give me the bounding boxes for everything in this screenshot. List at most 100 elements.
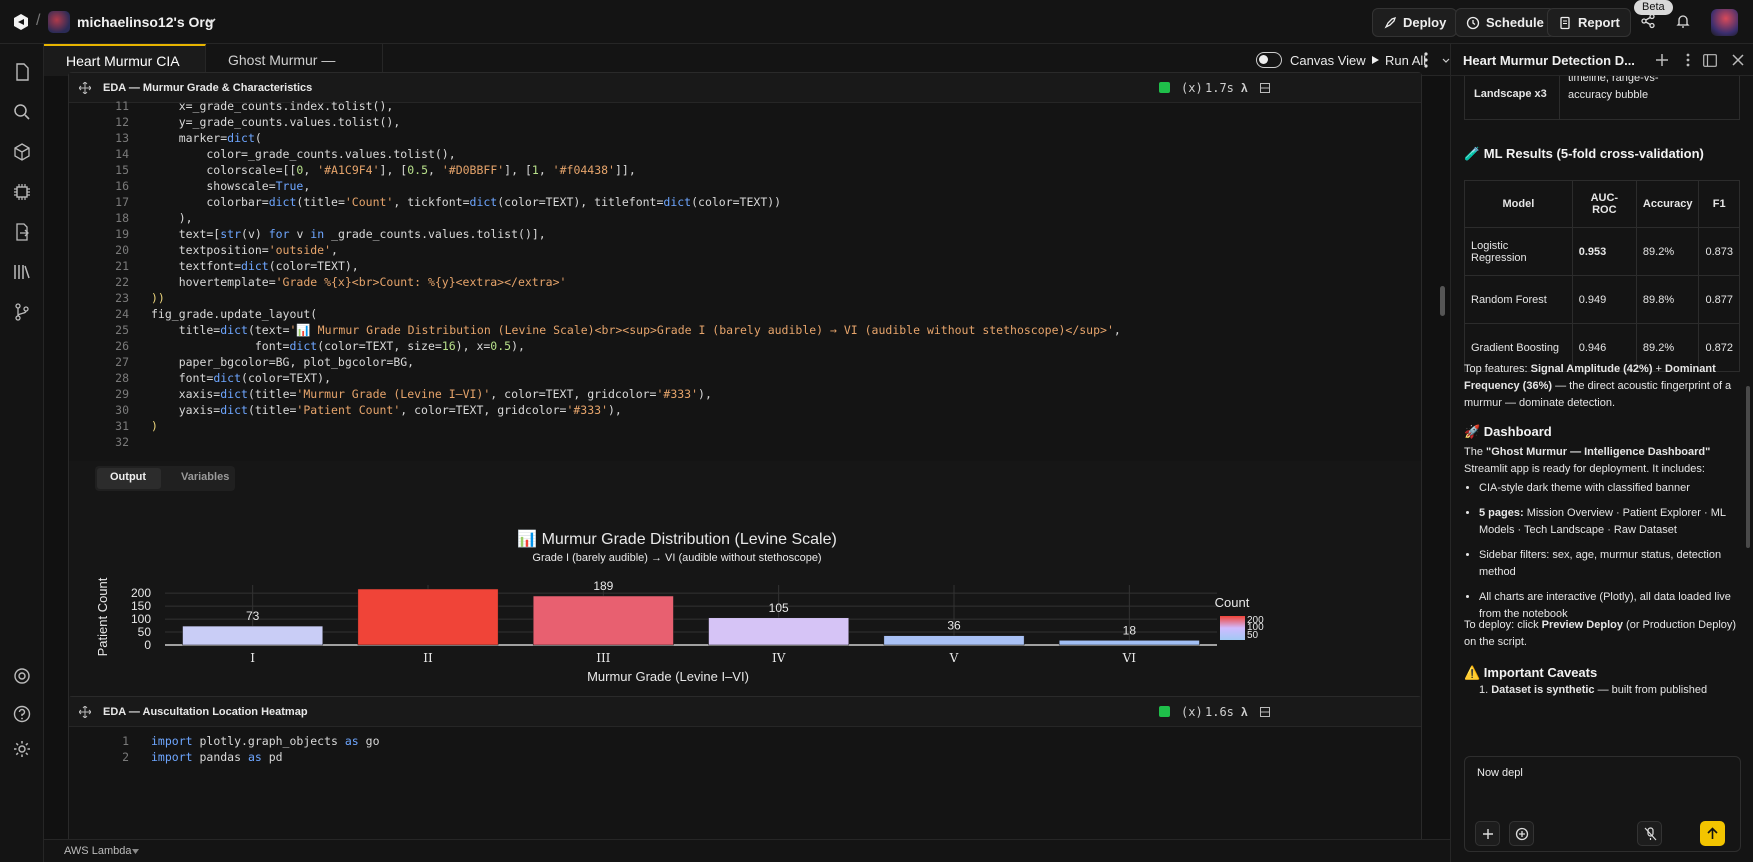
table-cell: 89.2%	[1635, 227, 1700, 276]
report-label: Report	[1578, 15, 1620, 30]
mute-mic-button[interactable]	[1637, 821, 1662, 846]
play-icon[interactable]	[1370, 55, 1380, 65]
context-button[interactable]	[1509, 821, 1534, 846]
line-number: 27	[115, 355, 129, 369]
plus-icon[interactable]	[1655, 53, 1669, 67]
status-success-icon	[1159, 706, 1170, 717]
bar-value-label: 189	[593, 579, 613, 593]
drag-handle-icon[interactable]	[79, 706, 91, 718]
arrow-up-icon	[1707, 827, 1718, 839]
app-logo-icon[interactable]	[12, 13, 30, 31]
rocket-icon	[1384, 16, 1397, 28]
panel-scrollbar-thumb[interactable]	[1746, 386, 1750, 548]
package-icon[interactable]	[12, 142, 32, 162]
table-cell: 89.8%	[1635, 275, 1700, 324]
code-editor[interactable]: 1 import plotly.graph_objects as go 2 impo…	[69, 727, 1421, 847]
files-icon[interactable]	[12, 62, 32, 82]
line-number: 30	[115, 403, 129, 417]
code-cell: EDA — Murmur Grade & Characteristics (x)…	[68, 72, 1422, 732]
library-icon[interactable]	[12, 262, 32, 282]
search-icon[interactable]	[12, 102, 32, 122]
x-tick-label: III	[596, 651, 610, 665]
environment-selector[interactable]: AWS Lambda	[64, 845, 131, 857]
git-branch-icon[interactable]	[12, 302, 32, 322]
list-item: CIA-style dark theme with classified ban…	[1479, 480, 1741, 497]
table-cell: 0.877	[1698, 275, 1740, 324]
schedule-button[interactable]: Schedule	[1455, 8, 1555, 37]
scrollbar-thumb[interactable]	[1440, 286, 1445, 316]
chat-input[interactable]: Now depl	[1464, 756, 1741, 852]
user-avatar[interactable]	[1711, 9, 1738, 36]
table-header: F1	[1698, 180, 1740, 228]
line-number: 23	[115, 291, 129, 305]
assistant-panel: Heart Murmur Detection D... Landscape x3…	[1450, 44, 1753, 862]
send-button[interactable]	[1700, 821, 1725, 846]
table-cell: 0.873	[1698, 227, 1740, 276]
lambda-icon[interactable]: λ	[1241, 705, 1248, 719]
x-tick-label: IV	[772, 651, 786, 665]
table-cell: Logistic Regression	[1464, 227, 1573, 276]
status-bar: AWS Lambda	[44, 839, 1450, 862]
table-header: AUC-ROC	[1571, 180, 1637, 228]
chat-input-text[interactable]: Now depl	[1477, 767, 1523, 779]
y-tick-label: 200	[131, 586, 151, 600]
dashboard-heading: 🚀 Dashboard	[1464, 424, 1552, 439]
deploy-button[interactable]: Deploy	[1372, 8, 1458, 37]
more-options-icon[interactable]	[1424, 52, 1428, 68]
line-number: 17	[115, 195, 129, 209]
line-number: 26	[115, 339, 129, 353]
line-number: 2	[122, 750, 129, 764]
cell-title[interactable]: EDA — Auscultation Location Heatmap	[103, 706, 308, 718]
chevron-down-icon[interactable]	[1442, 57, 1450, 65]
bar-IV	[708, 617, 850, 646]
panel-title[interactable]: Heart Murmur Detection D...	[1463, 53, 1635, 68]
org-name[interactable]: michaelinso12's Org	[77, 14, 213, 30]
lambda-icon[interactable]: λ	[1241, 81, 1248, 95]
list-item: Sidebar filters: sex, age, murmur status…	[1479, 547, 1741, 581]
murmur-grade-chart[interactable]: 📊 Murmur Grade Distribution (Levine Scal…	[69, 493, 1309, 723]
variables-toggle[interactable]: (x)	[1181, 705, 1203, 719]
chevron-down-icon[interactable]	[132, 849, 139, 854]
bar-value-label: 105	[769, 601, 789, 615]
file-export-icon[interactable]	[12, 222, 32, 242]
variables-toggle[interactable]: (x)	[1181, 81, 1203, 95]
canvas-view-toggle[interactable]	[1256, 52, 1282, 68]
close-icon[interactable]	[1732, 54, 1744, 66]
panel-scroll-area[interactable]: Landscape x3 timeline, range-vs-accuracy…	[1451, 76, 1753, 758]
cell-title[interactable]: EDA — Murmur Grade & Characteristics	[103, 82, 312, 94]
add-attachment-button[interactable]	[1475, 821, 1500, 846]
collapse-icon[interactable]	[1260, 707, 1270, 717]
gear-icon[interactable]	[12, 739, 32, 759]
table-row: Logistic Regression 0.953 89.2% 0.873	[1464, 227, 1740, 276]
tab-variables[interactable]: Variables	[181, 471, 229, 483]
deploy-instructions: To deploy: click Preview Deploy (or Prod…	[1464, 619, 1737, 648]
y-axis-title: Patient Count	[95, 577, 110, 656]
table-row: Random Forest 0.949 89.8% 0.877	[1464, 275, 1740, 324]
help-icon[interactable]	[12, 704, 32, 724]
code-editor[interactable]: 11 x=_grade_counts.index.tolist(), 12 y=…	[69, 99, 1421, 461]
chevron-down-icon[interactable]	[206, 16, 216, 26]
agent-icon[interactable]	[12, 666, 32, 686]
panel-layout-icon[interactable]	[1703, 54, 1717, 67]
chart-subtitle: Grade I (barely audible) → VI (audible w…	[532, 552, 821, 564]
line-number: 25	[115, 323, 129, 337]
chip-icon[interactable]	[12, 182, 32, 202]
ml-results-heading: 🧪 ML Results (5-fold cross-validation)	[1464, 146, 1704, 161]
dashboard-feature-list: CIA-style dark theme with classified ban…	[1479, 480, 1741, 623]
run-all-button[interactable]: Run All	[1385, 53, 1426, 68]
code-cell: EDA — Auscultation Location Heatmap (x) …	[68, 696, 1422, 847]
drag-handle-icon[interactable]	[79, 82, 91, 94]
line-number: 32	[115, 435, 129, 449]
share-icon[interactable]	[1640, 13, 1656, 29]
report-button[interactable]: Report	[1547, 8, 1631, 37]
top-features-text: Top features: Signal Amplitude (42%) + D…	[1464, 363, 1732, 409]
bell-icon[interactable]	[1675, 13, 1691, 29]
table-cell: 0.953	[1571, 227, 1637, 276]
y-tick-label: 0	[144, 638, 151, 652]
more-options-icon[interactable]	[1686, 53, 1690, 67]
document-icon	[1560, 16, 1570, 29]
tab-output[interactable]: Output	[110, 471, 146, 483]
org-avatar[interactable]	[48, 11, 70, 33]
colorbar	[1220, 616, 1245, 640]
collapse-icon[interactable]	[1260, 83, 1270, 93]
